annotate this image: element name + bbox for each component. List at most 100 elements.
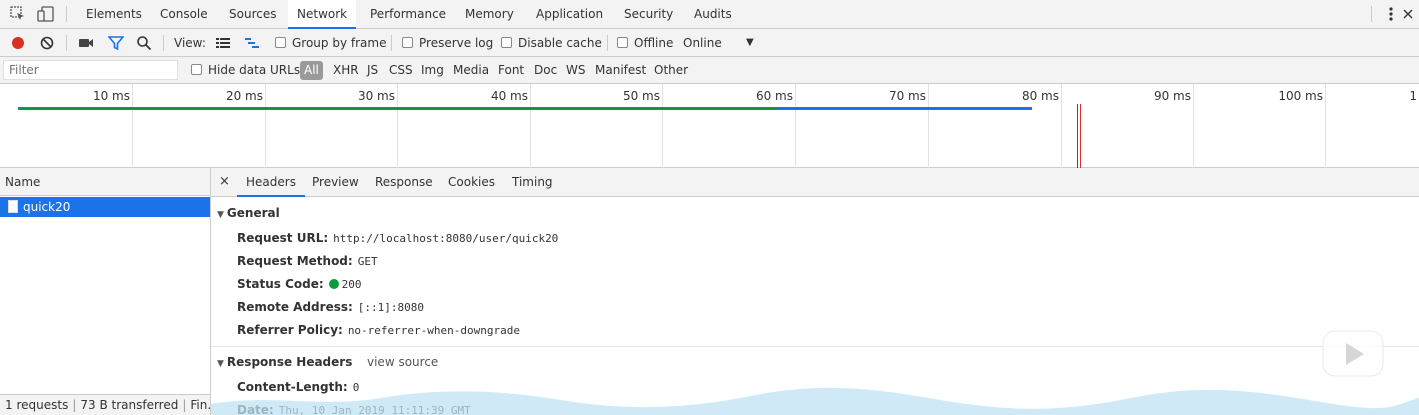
tick-label: 10 ms [92,89,130,103]
group-by-frame-label: Group by frame [292,36,387,50]
tick-label: 1 [1409,89,1417,103]
grid-line [928,84,929,168]
tab-headers[interactable]: Headers [237,168,305,197]
hide-data-urls-checkbox[interactable]: Hide data URLs [191,57,300,84]
request-name: quick20 [23,200,71,214]
tab-audits[interactable]: Audits [685,0,741,29]
throttling-value: Online [683,36,722,50]
header-value: 0 [352,381,360,394]
devtools-tab-bar: Elements Console Sources Network Perform… [0,0,1419,29]
request-row[interactable]: quick20 [0,197,210,217]
checkbox[interactable] [617,37,628,48]
header-key: Status Code: [237,277,324,291]
header-row: Request URL: http://localhost:8080/user/q… [237,231,558,245]
response-headers-section-toggle[interactable]: ▼ Response Headers [217,355,352,369]
general-section-toggle[interactable]: ▼ General [217,206,280,220]
offline-checkbox[interactable]: Offline [617,29,673,57]
general-title: General [226,206,280,220]
checkbox[interactable] [501,37,512,48]
view-label: View: [174,36,206,50]
offline-label: Offline [634,36,674,50]
header-key: Request URL: [237,231,329,245]
tab-sources[interactable]: Sources [220,0,285,29]
header-key: Content-Length: [237,380,348,394]
play-button-icon[interactable] [1319,318,1387,380]
request-detail-panel: × Headers Preview Response Cookies Timin… [211,168,1419,415]
tab-timing[interactable]: Timing [503,168,562,197]
grid-line [662,84,663,168]
tab-security[interactable]: Security [615,0,682,29]
tab-application[interactable]: Application [527,0,612,29]
grid-line [397,84,398,168]
header-key: Referrer Policy: [237,323,343,337]
more-options-icon[interactable] [1383,6,1399,22]
checkbox[interactable] [191,64,202,75]
tick-label: 90 ms [1153,89,1191,103]
checkbox[interactable] [275,37,286,48]
name-column-header[interactable]: Name [0,168,210,196]
filter-bar: Hide data URLs All XHR JS CSS Img Media … [0,57,1419,84]
request-count: 1 requests [5,398,69,412]
filter-type-img[interactable]: Img [421,57,444,84]
triangle-down-icon: ▼ [217,210,224,220]
hide-data-urls-label: Hide data URLs [208,63,301,77]
filter-type-other[interactable]: Other [654,57,688,84]
record-icon[interactable] [10,35,26,51]
device-toolbar-icon[interactable] [37,6,55,25]
tab-preview[interactable]: Preview [303,168,368,197]
tab-performance[interactable]: Performance [361,0,455,29]
tick-label: 60 ms [755,89,793,103]
inspect-element-icon[interactable] [10,6,26,25]
tab-console[interactable]: Console [151,0,217,29]
summary-bar: 1 requests|73 B transferred|Fin... [0,394,210,415]
disable-cache-label: Disable cache [518,36,602,50]
filter-type-xhr[interactable]: XHR [333,57,359,84]
tab-elements[interactable]: Elements [77,0,151,29]
view-source-link[interactable]: view source [367,355,438,369]
close-devtools-icon[interactable] [1401,6,1415,22]
filter-type-media[interactable]: Media [453,57,489,84]
tab-cookies[interactable]: Cookies [439,168,504,197]
filter-type-all[interactable]: All [300,61,323,80]
tab-network[interactable]: Network [288,0,357,29]
filter-type-css[interactable]: CSS [389,57,413,84]
network-toolbar: View: Group by frame Preserve log Disabl… [0,29,1419,57]
large-rows-icon[interactable] [215,35,231,51]
filter-input[interactable] [3,60,178,80]
checkbox[interactable] [402,37,413,48]
clear-icon[interactable] [39,35,55,51]
filter-type-doc[interactable]: Doc [534,57,557,84]
group-by-frame-checkbox[interactable]: Group by frame [275,29,386,57]
filter-type-ws[interactable]: WS [566,57,585,84]
filter-icon[interactable] [107,35,125,51]
request-bar-download [778,107,1032,110]
divider [607,35,608,51]
status-dot-icon [328,279,339,289]
filter-type-manifest[interactable]: Manifest [595,57,646,84]
throttling-select[interactable]: Online [683,29,722,57]
grid-line [132,84,133,168]
tab-memory[interactable]: Memory [456,0,523,29]
tick-label: 100 ms [1278,89,1323,103]
preserve-log-checkbox[interactable]: Preserve log [402,29,493,57]
request-list: Name quick20 1 requests | 73 B transferred… [0,168,211,415]
tab-response[interactable]: Response [366,168,442,197]
header-row: Status Code: 200 [237,277,362,291]
divider [163,35,164,51]
header-value: http://localhost:8080/user/quick20 [333,232,559,245]
header-key: Date: [237,403,274,415]
chevron-down-icon[interactable]: ▼ [746,29,754,57]
filter-type-js[interactable]: JS [367,57,378,84]
search-icon[interactable] [136,35,152,51]
divider [391,35,392,51]
grid-line [1061,84,1062,168]
timeline-overview[interactable]: 10 ms 20 ms 30 ms 40 ms 50 ms 60 ms 70 m… [0,84,1419,168]
filter-type-font[interactable]: Font [498,57,524,84]
capture-screenshots-icon[interactable] [78,35,94,51]
waterfall-icon[interactable] [244,35,260,51]
tick-label: 80 ms [1021,89,1059,103]
grid-line [265,84,266,168]
disable-cache-checkbox[interactable]: Disable cache [501,29,602,57]
close-icon[interactable]: × [219,168,230,196]
header-row: Content-Length: 0 [237,380,359,394]
